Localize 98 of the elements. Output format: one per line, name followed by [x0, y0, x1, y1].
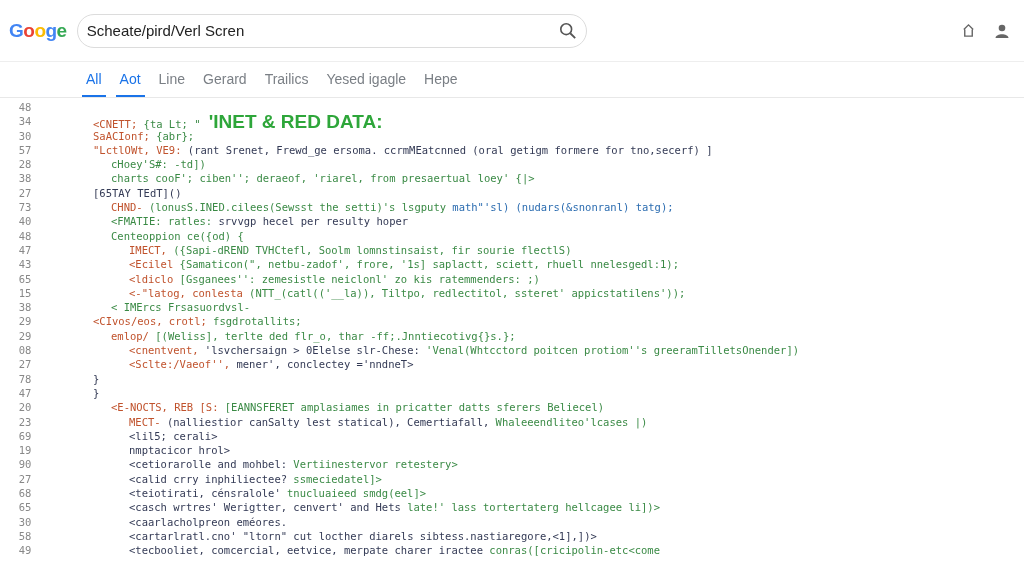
line-number: 08 — [17, 343, 33, 358]
line-number: 29 — [17, 328, 33, 344]
tab[interactable]: Gerard — [199, 62, 251, 97]
line-number: 30 — [17, 128, 33, 143]
code-text: <teiotirati, cénsralole' — [129, 486, 281, 501]
code-text: [EANNSFERET amplasiames in pricatter datts sferers Beliecel) — [224, 400, 605, 415]
line-number: 78 — [17, 371, 33, 386]
code-text: math"'sl) (nudars(&snonranl) tatg); — [452, 200, 674, 215]
code-text: <CNETT; — [93, 117, 138, 132]
tab[interactable]: Trailics — [260, 62, 313, 97]
search-field[interactable]: Scheate/pird/Verl Scren — [76, 13, 587, 48]
line-number: 47 — [17, 242, 33, 258]
code-text: 'lsvchersaign > 0Elelse slr-Chese: — [204, 343, 420, 358]
code-text: ssmeciedatel]> — [293, 471, 382, 486]
line-number: 27 — [17, 185, 33, 201]
code-text: [(Weliss], terlte ded flr_o, thar -ff;.Jnntiecotivg{}s.}; — [155, 328, 516, 344]
code-text: {Samaticon(", netbu-zadof', frore, '1s] saplactt, sciett, rhuell nnelesgedl:1); — [179, 257, 679, 272]
line-number: 90 — [17, 457, 33, 472]
line-number: 65 — [17, 500, 33, 515]
line-number: 28 — [17, 157, 33, 172]
line-number: 47 — [17, 385, 33, 401]
code-text: <cetiorarolle and mohbel: — [129, 457, 288, 472]
code-text: MECT- — [129, 414, 161, 429]
code-text: <E-NOCTS, REB [S: — [111, 400, 219, 415]
tab[interactable]: Yesed igagle — [322, 62, 411, 97]
line-number: 48 — [17, 100, 33, 115]
code-text: IMECT, — [129, 242, 167, 258]
code-text: tnucluaieed smdg(eel]> — [287, 486, 427, 501]
tab[interactable]: Hepe — [420, 62, 462, 97]
line-number: 73 — [17, 200, 33, 215]
code-text: <calid crry inphiliectee? — [129, 471, 288, 486]
line-number: 15 — [17, 285, 33, 301]
line-number: 65 — [17, 271, 33, 286]
code-text: <ldiclo — [129, 271, 174, 286]
code-heading: 'INET & RED DATA: — [208, 114, 383, 130]
code-text: late!' lass tortertaterg hellcagee li])> — [407, 500, 660, 515]
code-text: ({Sapi-dREND TVHCtefl, Soolm lomnstinsaist, fir sourie flectlS) — [173, 242, 572, 258]
code-text: <cnentvent, — [129, 343, 199, 358]
code-text: srvvgp hecel per resulty hoper — [218, 214, 409, 229]
code-text: < IMErcs Frsasuordvsl- — [111, 300, 251, 315]
code-text: <Ecilel — [129, 257, 174, 272]
code-text: <casch wrtres' Werigtter, cenvert' and Hets — [129, 500, 401, 515]
code-text: charts cooF'; ciben''; deraeof, 'riarel, from presaertual loey' {|> — [111, 171, 535, 186]
code-text: (rant Srenet, Frewd_ge ersoma. ccrmMEatcnned (oral getigm formere for tno,secerf) ] — [187, 142, 713, 158]
code-text: {ta Lt; " — [143, 117, 201, 132]
line-number: 40 — [17, 214, 33, 229]
tab[interactable]: All — [82, 62, 106, 97]
code-text: conras([cricipolin-etc<come — [489, 543, 660, 558]
code-text: <CIvos/eos, crotl; — [93, 314, 207, 329]
code-text: <tecbooliet, comcercial, eetvice, merpate charer iractee — [129, 543, 483, 558]
code-text: Whaleeendliteo'lcases |) — [495, 414, 648, 429]
line-number: 68 — [17, 486, 33, 501]
code-text: nmptacicor hrol> — [129, 443, 231, 458]
code-text: <lil5; cerali> — [129, 428, 218, 444]
line-number: 27 — [17, 471, 33, 486]
code-text: "LctlOWt, VE9: — [93, 142, 182, 158]
tab[interactable]: Line — [154, 62, 190, 97]
logo[interactable]: Googe — [9, 19, 67, 42]
line-number: 69 — [17, 428, 33, 444]
line-number: 58 — [17, 528, 33, 544]
code-text: <Sclte:/Vaeof'', — [129, 357, 231, 372]
line-number: 49 — [17, 543, 33, 558]
code-text: } — [93, 385, 100, 401]
code-text: 'Venal(Whtcctord poitcen protiom''s greeramTilletsOnender]) — [426, 343, 800, 358]
line-number: 27 — [17, 357, 33, 372]
code-text: <cartarlratl.cno' "ltorn" cut locther diarels sibtess.nastiaregore,<1],])> — [129, 528, 597, 544]
line-number: 30 — [17, 514, 33, 529]
code-text: fsgdrotallits; — [213, 314, 302, 329]
code-text: } — [93, 371, 100, 386]
line-number: 38 — [17, 300, 33, 315]
code-text: emlop/ — [111, 328, 149, 344]
code-text: {abr}; — [156, 129, 195, 143]
code-text: (NTT_(catl(('__la)), Tiltpo, redlectitol, ssteret' appicstatilens')); — [249, 285, 686, 301]
code-text: cHoey'S#: -td]) — [111, 157, 206, 172]
code-text: <-"latog, conlesta — [129, 285, 243, 301]
code-text: [65TAY TEdT]() — [93, 185, 182, 201]
line-number: 19 — [17, 443, 33, 458]
code-text: mener', conclectey ='nndneT> — [236, 357, 414, 372]
line-number: 23 — [17, 414, 33, 429]
line-number: 48 — [17, 228, 33, 243]
code-text: SaACIonf; — [93, 129, 150, 143]
code-text: Vertiinestervor retestery> — [293, 457, 458, 472]
code-text: (lonusS.INED.cilees(Sewsst the setti)'s lsgputy — [148, 200, 447, 215]
line-number: 34 — [17, 114, 33, 129]
line-number: 29 — [17, 314, 33, 329]
account-icon[interactable] — [994, 22, 1010, 39]
line-number: 20 — [17, 400, 33, 415]
code-text: <caarlacholpreon eméores. — [129, 514, 288, 529]
code-text: [Gsganees'': zemesistle neiclonl' zo kis ratemmenders: ;) — [179, 271, 540, 286]
line-number: 57 — [17, 142, 33, 158]
code-text: Centeoppion ce({od) { — [111, 228, 244, 243]
code-text: <FMATIE: ratles: — [111, 214, 213, 229]
code-text: (nalliestior canSalty lest statical), Cemertiafall, — [166, 414, 490, 429]
line-number: 38 — [17, 171, 33, 186]
line-number: 43 — [17, 257, 33, 272]
code-text: CHND- — [111, 200, 143, 215]
tab[interactable]: Aot — [115, 62, 145, 97]
search-icon[interactable] — [558, 21, 577, 40]
